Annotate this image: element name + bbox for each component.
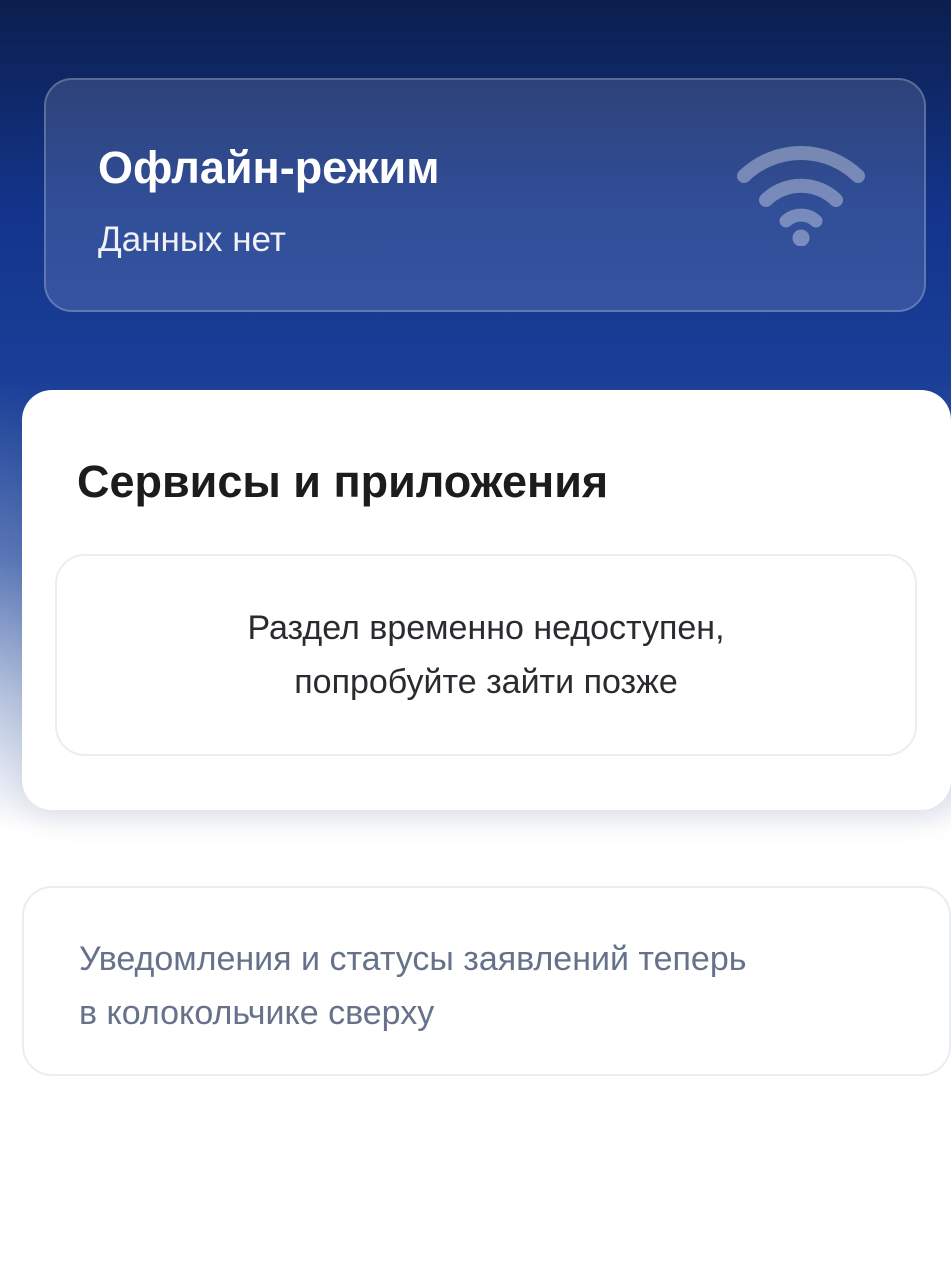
unavailable-text-line-2: попробуйте зайти позже xyxy=(294,663,678,701)
services-card: Сервисы и приложения Раздел временно нед… xyxy=(22,390,951,810)
offline-subtitle: Данных нет xyxy=(98,220,286,259)
unavailable-text-line-1: Раздел временно недоступен, xyxy=(247,609,725,647)
services-title: Сервисы и приложения xyxy=(77,456,609,507)
notice-text-line-2: в колокольчике сверху xyxy=(79,994,435,1032)
notice-text-line-1: Уведомления и статусы заявлений теперь xyxy=(79,940,747,978)
notifications-notice-card[interactable]: Уведомления и статусы заявлений теперь в… xyxy=(22,886,951,1076)
services-unavailable-message: Раздел временно недоступен, попробуйте з… xyxy=(55,554,917,756)
offline-status-card[interactable]: Офлайн-режим Данных нет xyxy=(44,78,926,312)
offline-title: Офлайн-режим xyxy=(98,142,440,193)
wifi-icon xyxy=(737,146,865,246)
